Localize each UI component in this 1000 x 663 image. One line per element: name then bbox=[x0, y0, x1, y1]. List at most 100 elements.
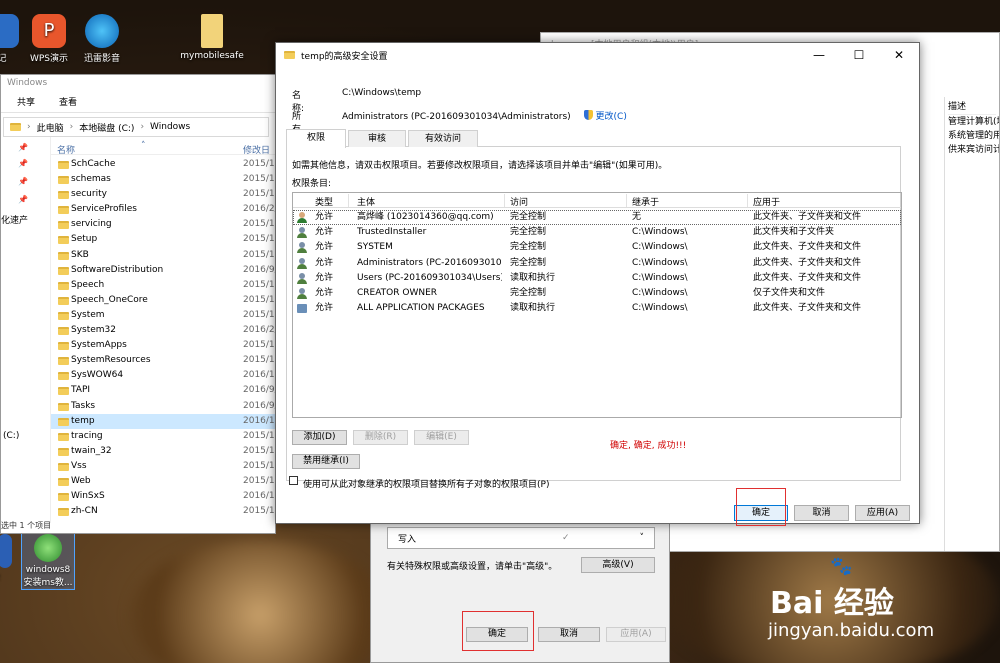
nav-item-accel[interactable]: 化速产 bbox=[1, 213, 28, 226]
success-annotation: 确定, 确定, 成功!!! bbox=[610, 441, 687, 451]
folder-row[interactable]: zh-CN 2015/10 bbox=[51, 504, 275, 519]
permission-entry-row[interactable]: 允许 CREATOR OWNER 完全控制 C:\Windows\ 仅子文件夹和文件 bbox=[293, 286, 901, 301]
folder-row[interactable]: Speech 2015/10 bbox=[51, 278, 275, 293]
nav-item-c-drive[interactable]: (C:) bbox=[3, 431, 19, 441]
baidu-watermark-logo: Bai 经验 bbox=[770, 586, 894, 621]
change-owner-link[interactable]: 更改(C) bbox=[596, 112, 627, 122]
permission-entry-row[interactable]: 允许 Users (PC-201609301034\Users) 读取和执行 C:\W… bbox=[293, 271, 901, 286]
folder-date: 2016/2/ bbox=[243, 204, 276, 215]
folder-row[interactable]: ServiceProfiles 2016/2/ bbox=[51, 202, 275, 217]
folder-row[interactable]: Vss 2015/10 bbox=[51, 459, 275, 474]
folder-name: System32 bbox=[71, 325, 117, 336]
folder-row[interactable]: SystemResources 2015/10 bbox=[51, 353, 275, 368]
folder-row[interactable]: System32 2016/2/ bbox=[51, 323, 275, 338]
entry-access: 完全控制 bbox=[510, 227, 547, 238]
apply-button[interactable]: 应用(A) bbox=[606, 627, 666, 642]
permission-entry-row[interactable]: 允许 Administrators (PC-20160930103... 完全控制 C… bbox=[293, 256, 901, 271]
folder-row[interactable]: SchCache 2015/10 bbox=[51, 157, 275, 172]
explorer-title: Windows bbox=[7, 78, 48, 88]
disable-inheritance-button[interactable]: 禁用继承(I) bbox=[292, 454, 360, 469]
breadcrumb-local-disk[interactable]: 本地磁盘 (C:) bbox=[79, 121, 134, 134]
tab-auditing[interactable]: 审核 bbox=[348, 130, 406, 147]
ribbon-tab-view[interactable]: 查看 bbox=[59, 95, 77, 108]
column-name[interactable]: 名称 bbox=[57, 143, 75, 156]
apply-button[interactable]: 应用(A) bbox=[855, 505, 910, 521]
folder-icon bbox=[58, 462, 69, 471]
folder-row[interactable]: servicing 2015/10 bbox=[51, 217, 275, 232]
folder-row[interactable]: Setup 2015/10 bbox=[51, 232, 275, 247]
column-applies-to[interactable]: 应用于 bbox=[753, 195, 780, 208]
folder-date: 2015/10 bbox=[243, 219, 275, 230]
folder-row[interactable]: temp 2016/10 bbox=[51, 413, 275, 429]
folder-date: 2015/10 bbox=[243, 355, 275, 366]
folder-row[interactable]: SoftwareDistribution 2016/9/ bbox=[51, 263, 275, 278]
folder-date: 2015/10 bbox=[243, 249, 275, 260]
desktop-icon-xunlei[interactable]: 迅雷影音 bbox=[70, 14, 134, 64]
folder-icon bbox=[58, 266, 69, 275]
pin-icon: 📌 bbox=[18, 177, 28, 186]
permission-row-write[interactable]: 写入 ✓ ˅ bbox=[387, 527, 655, 549]
folder-row[interactable]: Tasks 2016/9/ bbox=[51, 399, 275, 414]
maximize-icon[interactable]: ☐ bbox=[839, 48, 879, 62]
advanced-button[interactable]: 高级(V) bbox=[581, 557, 655, 573]
folder-name: temp bbox=[71, 415, 95, 426]
entry-type: 允许 bbox=[315, 227, 334, 238]
desktop-icon-word[interactable]: 字 bbox=[0, 534, 16, 584]
folder-row[interactable]: System 2015/10 bbox=[51, 308, 275, 323]
tab-permissions[interactable]: 权限 bbox=[286, 129, 346, 148]
cancel-button[interactable]: 取消 bbox=[794, 505, 849, 521]
folder-name: zh-CN bbox=[71, 506, 98, 517]
minimize-icon[interactable]: — bbox=[799, 48, 839, 62]
entry-principal: Users (PC-201609301034\Users) bbox=[357, 272, 502, 283]
permission-entry-row[interactable]: 允许 高烨峰 (1023014360@qq.com) 完全控制 无 此文件夹、子文件夹和… bbox=[293, 210, 901, 225]
folder-row[interactable]: security 2015/10 bbox=[51, 187, 275, 202]
column-date[interactable]: 修改日 bbox=[243, 143, 270, 156]
folder-row[interactable]: WinSxS 2016/10 bbox=[51, 489, 275, 504]
replace-child-permissions-checkbox[interactable] bbox=[289, 476, 298, 485]
permission-entry-row[interactable]: 允许 ALL APPLICATION PACKAGES 读取和执行 C:\Window… bbox=[293, 301, 901, 316]
desktop-icon-windows8-installer[interactable]: windows8安装ms教... bbox=[21, 530, 75, 590]
folder-name: SchCache bbox=[71, 159, 116, 169]
advanced-security-settings-dialog[interactable]: temp的高级安全设置 — ☐ ✕ 名称: C:\Windows\temp 所有… bbox=[275, 42, 920, 524]
address-bar[interactable]: › 此电脑 › 本地磁盘 (C:) › Windows bbox=[3, 117, 269, 137]
folder-row[interactable]: SystemApps 2015/10 bbox=[51, 338, 275, 353]
close-icon[interactable]: ✕ bbox=[879, 48, 919, 62]
folder-row[interactable]: schemas 2015/10 bbox=[51, 172, 275, 187]
permission-entries-grid[interactable]: 类型 主体 访问 继承于 应用于 允许 高烨峰 (1023014360@qq.co… bbox=[292, 192, 902, 418]
dialog-title: temp的高级安全设置 bbox=[301, 51, 388, 62]
folder-date: 2015/10 bbox=[243, 506, 275, 517]
name-value: C:\Windows\temp bbox=[342, 88, 422, 98]
permission-entry-row[interactable]: 允许 TrustedInstaller 完全控制 C:\Windows\ 此文件夹和子文… bbox=[293, 225, 901, 240]
breadcrumb-windows[interactable]: Windows bbox=[150, 122, 190, 132]
description-header: 描述 bbox=[948, 100, 996, 115]
folder-row[interactable]: SysWOW64 2016/10 bbox=[51, 368, 275, 383]
remove-button[interactable]: 删除(R) bbox=[353, 430, 408, 445]
entry-applies-to: 此文件夹、子文件夹和文件 bbox=[753, 272, 862, 283]
folder-name: SoftwareDistribution bbox=[71, 264, 164, 275]
folder-row[interactable]: Speech_OneCore 2015/10 bbox=[51, 293, 275, 308]
scroll-down-icon[interactable]: ˅ bbox=[640, 533, 645, 543]
column-principal[interactable]: 主体 bbox=[357, 195, 375, 208]
add-button[interactable]: 添加(D) bbox=[292, 430, 347, 445]
folder-row[interactable]: twain_32 2015/10 bbox=[51, 444, 275, 459]
file-explorer-window[interactable]: Windows 共享 查看 › 此电脑 › 本地磁盘 (C:) › Window… bbox=[0, 74, 276, 534]
ribbon-tab-share[interactable]: 共享 bbox=[17, 95, 35, 108]
edit-button[interactable]: 编辑(E) bbox=[414, 430, 469, 445]
entry-principal: TrustedInstaller bbox=[357, 227, 427, 238]
folder-row[interactable]: Web 2015/10 bbox=[51, 474, 275, 489]
desktop-icon-mymobilesafe[interactable]: mymobilesafe bbox=[180, 14, 244, 61]
entry-applies-to: 此文件夹、子文件夹和文件 bbox=[753, 257, 862, 268]
column-type[interactable]: 类型 bbox=[315, 195, 333, 208]
folder-icon bbox=[10, 123, 21, 131]
permission-entry-row[interactable]: 允许 SYSTEM 完全控制 C:\Windows\ 此文件夹、子文件夹和文件 bbox=[293, 240, 901, 255]
folder-row[interactable]: TAPI 2016/9/ bbox=[51, 383, 275, 398]
folder-row[interactable]: SKB 2015/10 bbox=[51, 248, 275, 263]
column-access[interactable]: 访问 bbox=[510, 195, 528, 208]
folder-row[interactable]: tracing 2015/10 bbox=[51, 429, 275, 444]
cancel-button[interactable]: 取消 bbox=[538, 627, 600, 642]
entry-applies-to: 此文件夹、子文件夹和文件 bbox=[753, 212, 862, 222]
tab-effective-access[interactable]: 有效访问 bbox=[408, 130, 478, 147]
column-inherited-from[interactable]: 继承于 bbox=[632, 195, 659, 208]
breadcrumb-this-pc[interactable]: 此电脑 bbox=[37, 121, 64, 134]
folder-date: 2016/2/ bbox=[243, 325, 276, 336]
